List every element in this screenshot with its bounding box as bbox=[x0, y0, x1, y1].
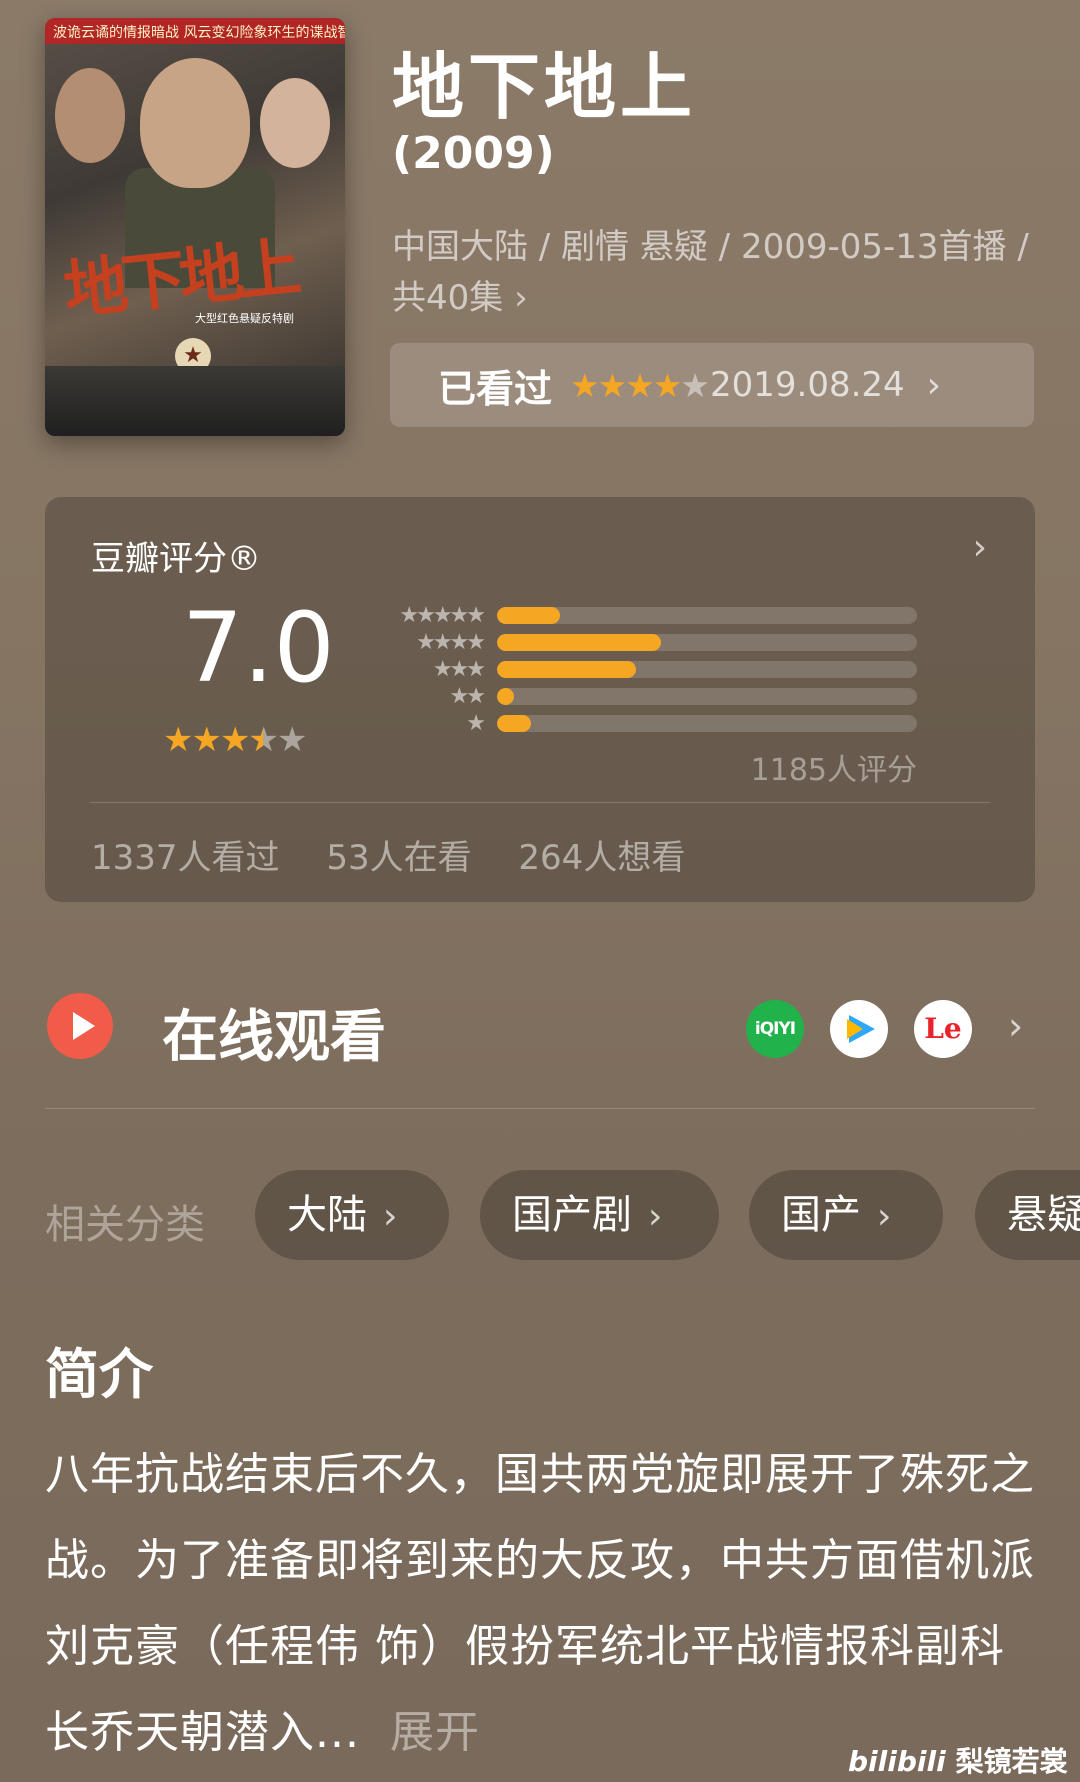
watched-label: 已看过 bbox=[438, 366, 553, 411]
watermark: bilibili 梨镜若裳 bbox=[848, 1740, 1068, 1780]
star-half-icon: ★ bbox=[248, 720, 279, 760]
chevron-right-icon: › bbox=[648, 1196, 663, 1237]
distribution-bar-fill bbox=[497, 715, 531, 732]
divider bbox=[45, 1108, 1035, 1109]
poster-image[interactable]: 波诡云谲的情报暗战 风云变幻险象环生的谍战智斗 地下地上 大型红色悬疑反特剧 ★ bbox=[45, 18, 345, 436]
chevron-right-icon: › bbox=[972, 527, 987, 568]
distribution-bar-fill bbox=[497, 634, 661, 651]
rating-distribution-row: ★★★★★ bbox=[377, 602, 917, 629]
chevron-right-icon: › bbox=[383, 1196, 398, 1237]
poster-figure-center bbox=[140, 58, 250, 188]
rating-distribution-row: ★★ bbox=[377, 683, 917, 710]
star-filled-icon: ★ bbox=[163, 720, 194, 760]
star-filled-icon: ★ bbox=[652, 365, 683, 405]
star-filled-icon: ★ bbox=[219, 720, 251, 760]
watermark-user: 梨镜若裳 bbox=[955, 1745, 1068, 1778]
distribution-stars-label: ★★★★ bbox=[416, 630, 486, 655]
intro-heading: 简介 bbox=[45, 1343, 153, 1406]
distribution-bar-track bbox=[497, 634, 917, 651]
category-chip-mainland[interactable]: 大陆 › bbox=[255, 1170, 449, 1260]
category-chip-suspense[interactable]: 悬疑 bbox=[975, 1170, 1080, 1260]
rating-stats: 1337人看过 53人在看 264人想看 bbox=[91, 830, 721, 879]
chevron-right-icon: › bbox=[877, 1196, 892, 1237]
rating-card[interactable]: 豆瓣评分® › 7.0 ★★★★★ ★★★★★★★★★★★★★★★ 1185人评… bbox=[45, 497, 1035, 902]
poster-figure-left bbox=[55, 68, 125, 163]
distribution-stars-label: ★★ bbox=[449, 684, 486, 709]
chevron-right-icon[interactable]: › bbox=[1008, 1004, 1023, 1048]
tencent-video-icon[interactable] bbox=[830, 1000, 888, 1058]
star-filled-icon: ★ bbox=[570, 365, 600, 405]
distribution-stars-label: ★★★ bbox=[432, 657, 486, 682]
star-empty-icon: ★ bbox=[680, 365, 710, 405]
movie-year: (2009) bbox=[392, 128, 555, 179]
distribution-bar-track bbox=[497, 688, 917, 705]
distribution-bar-fill bbox=[497, 688, 514, 705]
rating-distribution-row: ★ bbox=[377, 710, 917, 737]
movie-title: 地下地上 bbox=[392, 45, 697, 129]
star-filled-icon: ★ bbox=[597, 365, 628, 405]
poster-figure-right bbox=[260, 78, 330, 168]
watched-date: 2019.08.24 bbox=[709, 365, 905, 405]
chip-label: 国产 bbox=[781, 1192, 861, 1238]
chevron-right-icon: › bbox=[926, 364, 942, 406]
watched-status-button[interactable]: 已看过 ★★★★★ 2019.08.24 › bbox=[390, 343, 1034, 427]
divider bbox=[90, 802, 990, 803]
distribution-bar-fill bbox=[497, 661, 636, 678]
category-chip-domestic[interactable]: 国产 › bbox=[749, 1170, 943, 1260]
chip-label: 悬疑 bbox=[1007, 1192, 1080, 1238]
distribution-bar-track bbox=[497, 661, 917, 678]
intro-text: 八年抗战结束后不久，国共两党旋即展开了殊死之战。为了准备即将到来的大反攻，中共方… bbox=[45, 1449, 1035, 1758]
expand-link[interactable]: 展开 bbox=[390, 1707, 480, 1758]
rating-distribution: ★★★★★ ★★★★ ★★★ ★★ ★ bbox=[377, 602, 917, 737]
movie-meta[interactable]: 中国大陆 / 剧情 悬疑 / 2009-05-13首播 / 共40集 › bbox=[392, 222, 1032, 324]
user-rating-stars: ★★★★★ bbox=[570, 365, 710, 405]
related-categories-label: 相关分类 bbox=[45, 1202, 205, 1248]
stat-want: 264人想看 bbox=[518, 838, 686, 878]
distribution-stars-label: ★ bbox=[466, 711, 486, 736]
star-filled-icon: ★ bbox=[191, 720, 222, 760]
star-filled-icon: ★ bbox=[625, 365, 655, 405]
distribution-bar-fill bbox=[497, 607, 560, 624]
rating-score: 7.0 bbox=[182, 592, 335, 704]
stat-watching: 53人在看 bbox=[326, 838, 472, 878]
distribution-bar-track bbox=[497, 607, 917, 624]
bilibili-logo: bilibili bbox=[848, 1745, 946, 1778]
distribution-stars-label: ★★★★★ bbox=[399, 603, 486, 628]
poster-top-band-text: 波诡云谲的情报暗战 风云变幻险象环生的谍战智斗 bbox=[53, 25, 345, 41]
star-empty-icon: ★ bbox=[276, 720, 308, 760]
rating-stars: ★★★★ ★ bbox=[163, 720, 308, 760]
iqiyi-icon[interactable]: iQIYI bbox=[746, 1000, 804, 1058]
play-icon[interactable] bbox=[47, 993, 113, 1059]
rating-header: 豆瓣评分® bbox=[91, 539, 261, 579]
chip-label: 大陆 bbox=[287, 1192, 367, 1238]
rating-count: 1185人评分 bbox=[750, 753, 917, 788]
poster-subtitle: 大型红色悬疑反特剧 bbox=[195, 312, 294, 325]
online-watch-label[interactable]: 在线观看 bbox=[162, 992, 386, 1073]
letv-icon[interactable]: Le bbox=[914, 1000, 972, 1058]
chevron-right-icon: › bbox=[514, 278, 528, 318]
poster-street-scene bbox=[45, 366, 345, 436]
chip-label: 国产剧 bbox=[512, 1192, 632, 1238]
category-chip-domestic-series[interactable]: 国产剧 › bbox=[480, 1170, 719, 1260]
intro-text-block: 八年抗战结束后不久，国共两党旋即展开了殊死之战。为了准备即将到来的大反攻，中共方… bbox=[45, 1432, 1045, 1776]
distribution-bar-track bbox=[497, 715, 917, 732]
rating-distribution-row: ★★★★ bbox=[377, 629, 917, 656]
stat-watched: 1337人看过 bbox=[91, 838, 280, 878]
movie-meta-text: 中国大陆 / 剧情 悬疑 / 2009-05-13首播 / 共40集 bbox=[392, 227, 1029, 318]
rating-distribution-row: ★★★ bbox=[377, 656, 917, 683]
